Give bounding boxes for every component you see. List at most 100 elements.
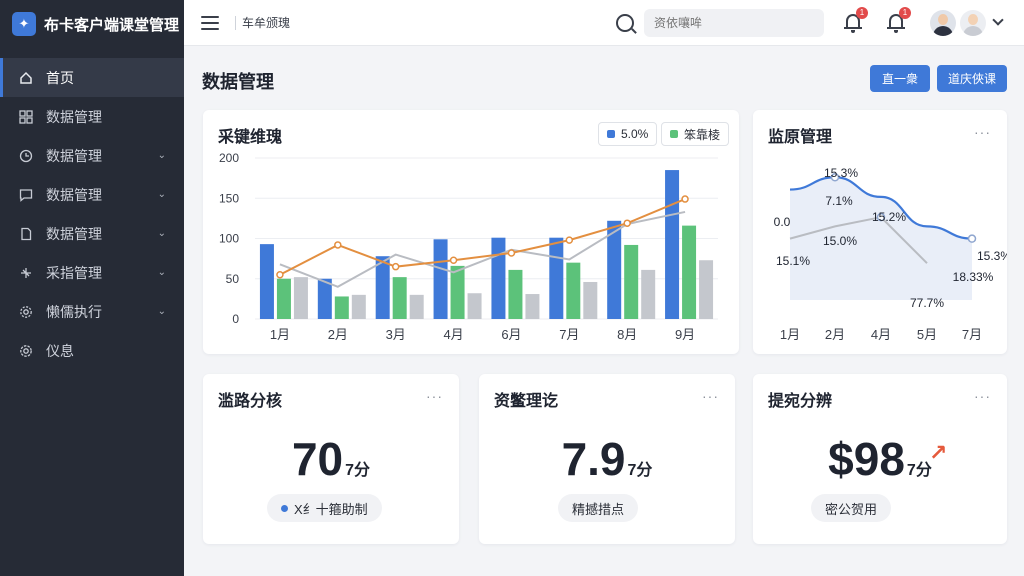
data-label: 18.33%: [953, 270, 994, 284]
sidebar-item-data-3[interactable]: 数据管理 ⌄: [0, 175, 184, 214]
chart-bar: [566, 262, 581, 319]
trend-chart: 0 50 100 150 200 1月 2月 3月 4月 6月 7月 8月 9月: [219, 151, 718, 342]
stat-card-2: 资鳖理讫 ··· 7.9 7分 精撼措点: [479, 374, 735, 544]
data-label: 77.7%: [910, 296, 944, 310]
data-label: 0.0: [774, 215, 791, 229]
x-tick-label: 2月: [825, 327, 845, 342]
brand[interactable]: ✦ 布卡客户端课堂管理: [0, 0, 184, 48]
chevron-down-icon: ⌄: [157, 267, 166, 278]
sidebar-item-tools[interactable]: 采指管理 ⌄: [0, 253, 184, 292]
y-tick-label: 50: [226, 272, 240, 286]
stat-pill-label: 精撼措点: [572, 501, 625, 517]
chart-bar: [699, 260, 714, 319]
status-dot-icon: [281, 504, 288, 512]
chevron-down-icon: ⌄: [157, 228, 166, 239]
card-title: 提宛分辨: [768, 393, 833, 410]
chart-bar: [392, 277, 407, 319]
line-point: [276, 270, 284, 279]
line-point: [681, 195, 689, 203]
sidebar-item-label: 懒儒执行: [46, 303, 102, 320]
stat-pill[interactable]: X纟十箍助制: [267, 494, 382, 522]
app-title: 布卡客户端课堂管理: [44, 16, 180, 34]
primary-button[interactable]: 直一衆: [870, 65, 930, 92]
x-tick-label: 4月: [443, 327, 463, 342]
data-label: 15.3%: [977, 249, 1007, 263]
chevron-down-icon[interactable]: [992, 14, 1004, 26]
chevron-down-icon: ⌄: [157, 150, 166, 161]
y-tick-label: 150: [219, 191, 239, 205]
page-title: 数据管理: [202, 72, 274, 92]
alert-bell-icon[interactable]: 1: [887, 7, 911, 33]
x-tick-label: 3月: [386, 327, 406, 342]
chart-bar: [508, 269, 523, 319]
message-icon: [18, 187, 34, 203]
chart-bar: [259, 244, 274, 319]
sidebar-item-home[interactable]: 首页: [0, 58, 184, 97]
chart-bar: [276, 278, 291, 319]
stat-unit: 7分: [345, 462, 371, 479]
more-options-icon[interactable]: ···: [702, 388, 719, 404]
tools-icon: [18, 265, 34, 281]
chart-bar: [351, 294, 366, 319]
sidebar-item-label: 数据管理: [46, 225, 102, 242]
sidebar-item-label: 首页: [46, 69, 74, 86]
search-input[interactable]: [644, 9, 824, 37]
arrow-up-right-icon: ↗: [929, 440, 948, 465]
clock-icon: [18, 148, 34, 164]
x-tick-label: 9月: [675, 327, 695, 342]
stat-pill[interactable]: 密公贺用: [811, 494, 892, 522]
chart-bar: [334, 296, 349, 319]
x-tick-label: 5月: [917, 327, 937, 342]
breadcrumb[interactable]: 车牟颁瑰: [242, 14, 290, 31]
sidebar: ✦ 布卡客户端课堂管理 首页 数据管理 数据管理 ⌄ 数据管理 ⌄ 数据管理 ⌄…: [0, 0, 184, 576]
card-title: 资鳖理讫: [494, 393, 559, 410]
line-point: [565, 236, 574, 244]
line-point: [507, 249, 516, 257]
avatar-secondary[interactable]: [960, 10, 986, 36]
chart-bar: [293, 277, 308, 319]
chart-bar: [624, 244, 639, 319]
menu-toggle-icon[interactable]: [201, 15, 219, 30]
x-tick-label: 6月: [501, 327, 521, 342]
trend-chart-card: 采键维瑰 5.0% 笨靠棱 0 50 100 150 200 1月 2月 3月 4月 6月 7月 8月…: [203, 110, 739, 354]
stat-pill[interactable]: 精撼措点: [558, 494, 639, 522]
gear-icon: [18, 304, 34, 320]
data-label: 15.0%: [823, 234, 857, 248]
quality-chart-card: 监原管理 ··· 15.3% 7.1% 0.0 15.0% 15.2% 15.1% 15.3…: [753, 110, 1007, 354]
x-tick-label: 8月: [617, 327, 637, 342]
chart-bar: [583, 281, 598, 319]
chart-bar: [317, 278, 332, 319]
x-tick-label: 7月: [962, 327, 982, 342]
grid-icon: [18, 109, 34, 125]
quality-chart: 15.3% 7.1% 0.0 15.0% 15.2% 15.1% 15.3% 18.33% 77…: [774, 166, 1007, 342]
data-label: 7.1%: [825, 194, 853, 208]
chevron-down-icon: ⌄: [157, 306, 166, 317]
notification-bell-icon[interactable]: 1: [844, 7, 868, 33]
sidebar-item-data-2[interactable]: 数据管理 ⌄: [0, 136, 184, 175]
sidebar-item-settings[interactable]: 仪息: [0, 331, 184, 370]
line-point: [391, 262, 400, 271]
chart-bar: [665, 170, 680, 319]
sidebar-item-execute[interactable]: 懒儒执行 ⌄: [0, 292, 184, 331]
stat-value: 70 7分: [203, 432, 459, 486]
sidebar-item-label: 数据管理: [46, 186, 102, 203]
line-point: [334, 241, 342, 249]
secondary-button[interactable]: 道庆俠课: [937, 65, 1007, 92]
settings-icon: [18, 343, 34, 359]
avatar[interactable]: [930, 10, 956, 36]
sidebar-item-data-4[interactable]: 数据管理 ⌄: [0, 214, 184, 253]
x-tick-label: 7月: [559, 327, 579, 342]
x-tick-label: 1月: [270, 327, 290, 342]
sidebar-item-data-1[interactable]: 数据管理: [0, 97, 184, 136]
search-icon[interactable]: [616, 14, 634, 32]
chart-bar: [450, 265, 465, 319]
chevron-down-icon: ⌄: [157, 189, 166, 200]
more-options-icon[interactable]: ···: [974, 388, 991, 404]
chart-bar: [491, 237, 506, 319]
more-options-icon[interactable]: ···: [426, 388, 443, 404]
stat-unit: 7分: [627, 462, 653, 479]
stat-number: $98: [828, 433, 905, 485]
stat-number: 70: [291, 433, 344, 485]
document-icon: [18, 226, 34, 242]
stat-card-1: 滥路分核 ··· 70 7分 X纟十箍助制: [203, 374, 459, 544]
